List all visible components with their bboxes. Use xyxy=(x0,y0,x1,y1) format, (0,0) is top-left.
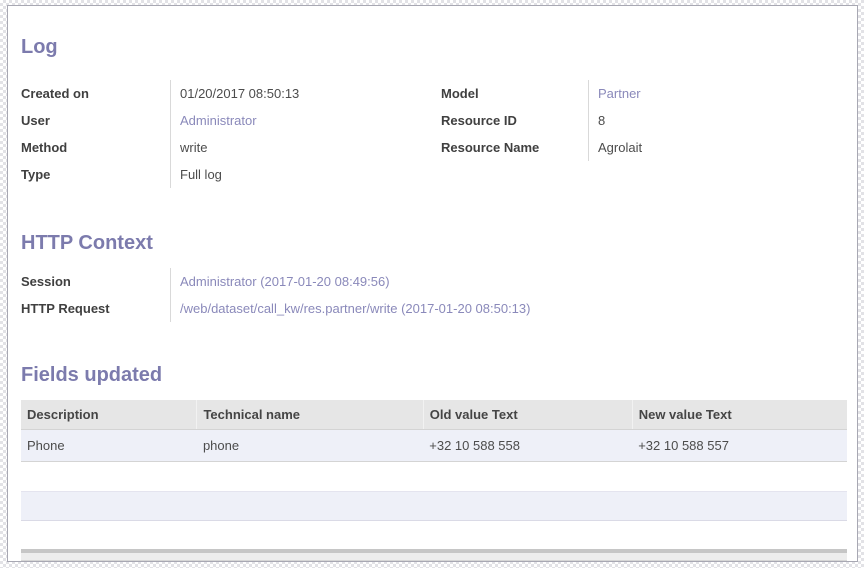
field-row-created-on: Created on 01/20/2017 08:50:13 xyxy=(21,80,434,107)
table-header-row: Description Technical name Old value Tex… xyxy=(21,400,847,430)
cell-old-value: +32 10 588 558 xyxy=(423,430,632,462)
cell-new-value: +32 10 588 557 xyxy=(632,430,847,462)
field-row-resource-id: Resource ID 8 xyxy=(441,107,847,134)
created-on-label: Created on xyxy=(21,80,170,107)
type-label: Type xyxy=(21,161,170,188)
http-context-fields: Session Administrator (2017-01-20 08:49:… xyxy=(21,268,847,322)
column-header-old-value: Old value Text xyxy=(423,400,632,430)
field-row-type: Type Full log xyxy=(21,161,434,188)
log-field-groups: Created on 01/20/2017 08:50:13 User Admi… xyxy=(21,80,847,188)
fields-updated-section-title: Fields updated xyxy=(21,364,847,386)
user-label: User xyxy=(21,107,170,134)
column-header-technical-name: Technical name xyxy=(197,400,423,430)
method-value: write xyxy=(170,134,434,161)
resource-id-value: 8 xyxy=(588,107,847,134)
http-request-label: HTTP Request xyxy=(21,295,170,322)
log-section-title: Log xyxy=(21,36,847,58)
field-row-resource-name: Resource Name Agrolait xyxy=(441,134,847,161)
horizontal-scrollbar-strip[interactable] xyxy=(21,549,847,561)
log-form-card: Log Created on 01/20/2017 08:50:13 User … xyxy=(7,5,858,562)
cell-technical-name: phone xyxy=(197,430,423,462)
model-label: Model xyxy=(441,80,588,107)
cell-description: Phone xyxy=(21,430,197,462)
session-link[interactable]: Administrator (2017-01-20 08:49:56) xyxy=(180,274,390,289)
empty-list-row-strip xyxy=(21,491,847,521)
field-row-model: Model Partner xyxy=(441,80,847,107)
table-row-phone[interactable]: Phone phone +32 10 588 558 +32 10 588 55… xyxy=(21,430,847,462)
field-row-method: Method write xyxy=(21,134,434,161)
log-fields-right: Model Partner Resource ID 8 Resource Nam… xyxy=(434,80,847,188)
method-label: Method xyxy=(21,134,170,161)
http-context-section-title: HTTP Context xyxy=(21,232,847,254)
resource-id-label: Resource ID xyxy=(441,107,588,134)
user-link[interactable]: Administrator xyxy=(180,113,257,128)
resource-name-label: Resource Name xyxy=(441,134,588,161)
field-row-user: User Administrator xyxy=(21,107,434,134)
column-header-new-value: New value Text xyxy=(632,400,847,430)
field-row-http-request: HTTP Request /web/dataset/call_kw/res.pa… xyxy=(21,295,847,322)
session-label: Session xyxy=(21,268,170,295)
field-row-session: Session Administrator (2017-01-20 08:49:… xyxy=(21,268,847,295)
type-value: Full log xyxy=(170,161,434,188)
column-header-description: Description xyxy=(21,400,197,430)
http-request-link[interactable]: /web/dataset/call_kw/res.partner/write (… xyxy=(180,301,530,316)
created-on-value: 01/20/2017 08:50:13 xyxy=(170,80,434,107)
model-link[interactable]: Partner xyxy=(598,86,641,101)
log-fields-left: Created on 01/20/2017 08:50:13 User Admi… xyxy=(21,80,434,188)
fields-updated-table: Description Technical name Old value Tex… xyxy=(21,400,847,462)
resource-name-value: Agrolait xyxy=(588,134,847,161)
page-background: Log Created on 01/20/2017 08:50:13 User … xyxy=(0,0,864,568)
